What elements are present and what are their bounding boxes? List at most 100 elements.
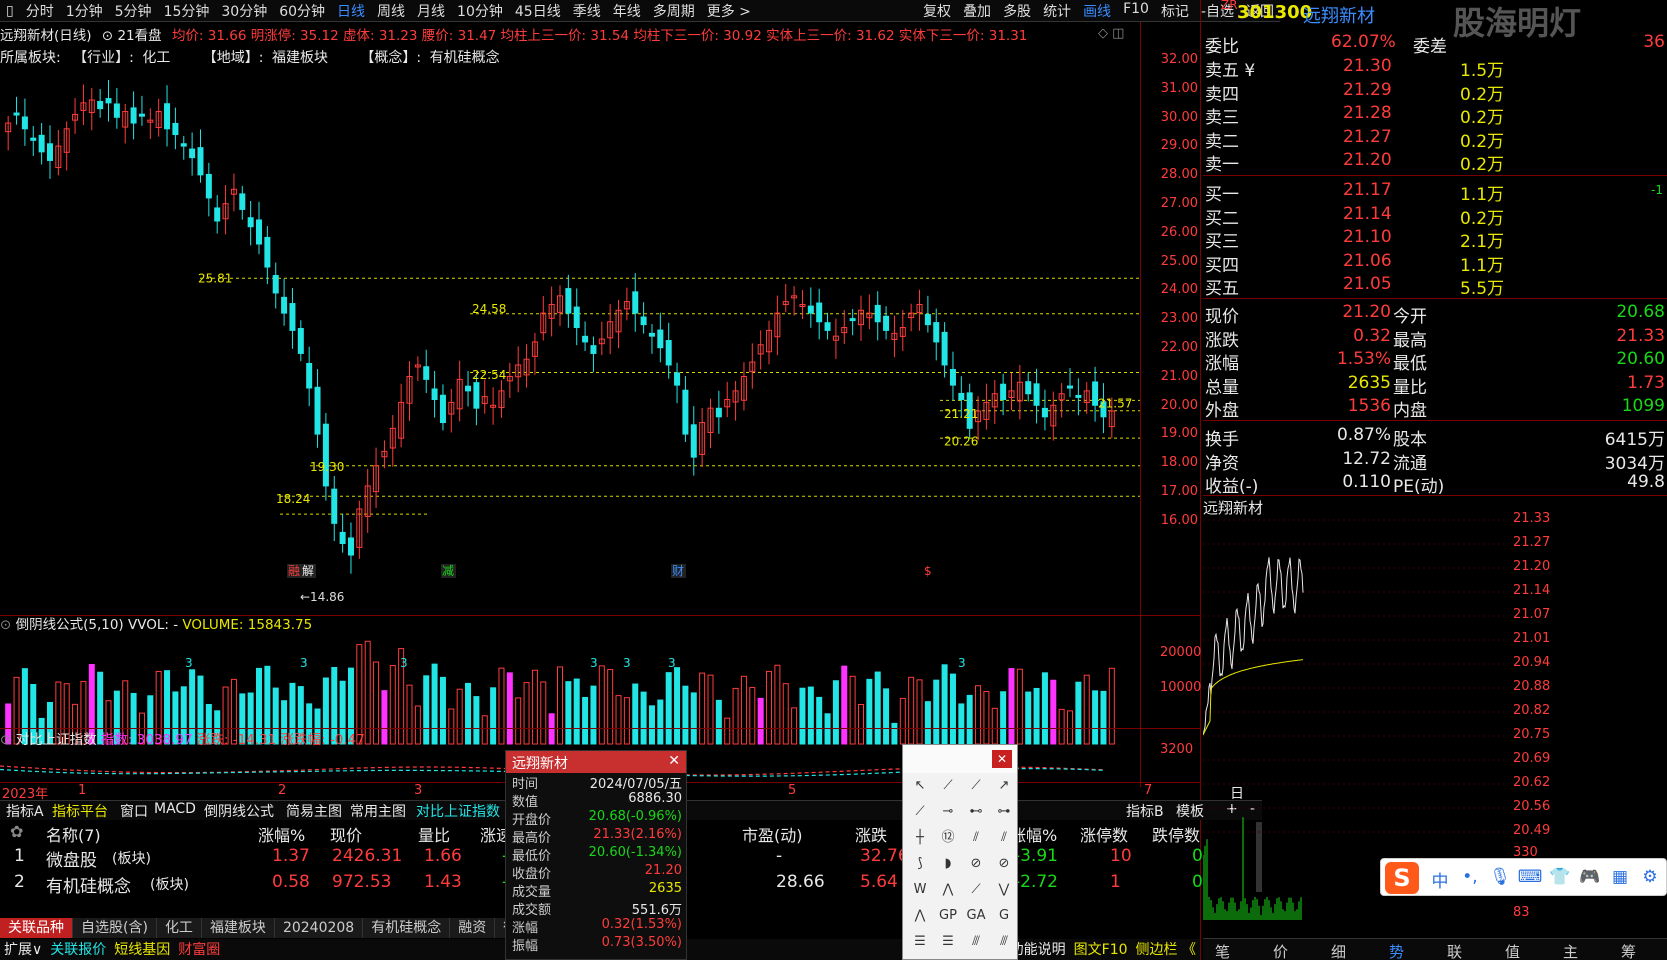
event-marker[interactable]: $ — [924, 564, 932, 578]
category-tab[interactable]: 自选股(含) — [73, 918, 157, 938]
candle-body[interactable] — [1041, 407, 1048, 418]
bid-row[interactable]: 买二 21.14 0.2万 — [1203, 204, 1667, 229]
candle-body[interactable] — [172, 122, 179, 136]
period-tab[interactable]: 周线 — [371, 1, 411, 21]
indicator-tab[interactable]: 窗口 — [116, 801, 152, 821]
ime-logo-icon[interactable]: S — [1385, 862, 1419, 894]
candle-body[interactable] — [97, 101, 104, 110]
index-panel-title[interactable]: 对比上证指数 — [16, 732, 97, 748]
category-tab[interactable]: 有机硅概念 — [363, 918, 451, 938]
ask-row[interactable]: 卖五 ¥ 21.30 1.5万 — [1203, 56, 1667, 81]
candle-body[interactable] — [883, 315, 890, 331]
bid-row[interactable]: 买四 21.06 1.1万 — [1203, 251, 1667, 276]
candle-body[interactable] — [665, 340, 672, 366]
toolbar-button[interactable]: 多股 — [997, 1, 1037, 21]
drawing-tool-icon[interactable]: GP — [937, 905, 959, 927]
period-tab[interactable]: 15分钟 — [158, 1, 216, 21]
chart-area[interactable]: 25.81 24.58 22.54 19.30 18.24 ←14.86 21.21 20.2… — [0, 22, 1200, 787]
candlestick-chart[interactable]: 25.81 24.58 22.54 19.30 18.24 ←14.86 21.21 20.2… — [0, 62, 1140, 637]
candle-body[interactable] — [21, 116, 28, 130]
event-marker[interactable]: 减 — [442, 564, 454, 578]
status-link[interactable]: 财富圈 — [178, 942, 220, 958]
drawing-tool-icon[interactable]: ⋁ — [993, 879, 1015, 901]
candle-body[interactable] — [690, 424, 697, 458]
candle-body[interactable] — [423, 366, 430, 380]
indicator-tab[interactable]: 简易主图 — [282, 801, 346, 821]
drawing-tool-icon[interactable]: ⊘ — [965, 853, 987, 875]
ime-mic-icon[interactable]: 🎙 — [1485, 867, 1515, 891]
indicator-tab[interactable]: 对比上证指数 — [412, 801, 504, 821]
drawing-tool-icon[interactable]: ⫽ — [993, 827, 1015, 849]
drawing-tool-icon[interactable]: ☰ — [937, 931, 959, 953]
candle-body[interactable] — [247, 217, 254, 228]
candle-body[interactable] — [30, 137, 37, 141]
candle-body[interactable] — [138, 113, 145, 117]
candle-body[interactable] — [632, 291, 639, 314]
candle-body[interactable] — [164, 103, 171, 130]
candle-body[interactable] — [715, 407, 722, 418]
candle-body[interactable] — [648, 332, 655, 337]
candle-body[interactable] — [264, 236, 271, 268]
ime-kbd-icon[interactable]: ⌨ — [1515, 867, 1545, 891]
candle-body[interactable] — [573, 306, 580, 329]
column-header[interactable]: 涨幅% — [258, 822, 305, 846]
column-header[interactable]: 现价 — [330, 822, 362, 846]
quote-tab[interactable]: 笔 — [1215, 941, 1230, 960]
candle-body[interactable] — [933, 322, 940, 343]
candle-body[interactable] — [1075, 394, 1082, 398]
candle-body[interactable] — [565, 288, 572, 314]
drawing-tool-icon[interactable]: ⫻ — [993, 931, 1015, 953]
toolbar-button[interactable]: F10 — [1117, 1, 1155, 21]
period-tab[interactable]: 日线 — [331, 1, 371, 21]
event-marker[interactable]: 融 — [288, 564, 300, 578]
candle-body[interactable] — [640, 316, 647, 326]
candle-body[interactable] — [582, 335, 589, 343]
quote-tab[interactable]: 筹 — [1621, 941, 1636, 960]
status-link[interactable]: 短线基因 — [114, 942, 170, 958]
candle-body[interactable] — [674, 372, 681, 386]
drawing-tool-icon[interactable]: ⫽ — [965, 827, 987, 849]
column-header[interactable]: 跌停数 — [1152, 822, 1200, 846]
indicator-tab[interactable]: 常用主图 — [346, 801, 410, 821]
drawing-tool-icon[interactable]: ⋀ — [937, 879, 959, 901]
category-tab[interactable]: 20240208 — [274, 918, 364, 938]
candle-body[interactable] — [105, 98, 112, 104]
period-tab[interactable]: 季线 — [567, 1, 607, 21]
category-tab[interactable]: 关联品种 — [0, 918, 73, 938]
period-tab[interactable]: 60分钟 — [273, 1, 331, 21]
drawing-tool-icon[interactable]: ⊘ — [993, 853, 1015, 875]
stock-name[interactable]: 远翔新材 — [1303, 2, 1375, 28]
ime-grid-icon[interactable]: ▦ — [1605, 867, 1635, 891]
ask-row[interactable]: 卖一 21.20 0.2万 — [1203, 150, 1667, 175]
candle-body[interactable] — [197, 147, 204, 176]
indicator-tab[interactable]: 指标A — [2, 801, 48, 821]
column-header[interactable]: 名称(7) — [46, 822, 101, 846]
status-link[interactable]: 关联报价 — [50, 942, 106, 958]
candle-body[interactable] — [958, 392, 965, 401]
candle-body[interactable] — [38, 134, 45, 153]
period-tab[interactable]: 年线 — [607, 1, 647, 21]
drawing-tool-icon[interactable]: ┼ — [909, 827, 931, 849]
period-tab[interactable]: 45日线 — [509, 1, 567, 21]
bid-row[interactable]: 买三 21.10 2.1万 — [1203, 227, 1667, 252]
drawing-tool-icon[interactable]: W — [909, 879, 931, 901]
status-link[interactable]: 图文F10 — [1074, 942, 1128, 958]
period-tab[interactable]: 多周期 — [647, 1, 701, 21]
candle-body[interactable] — [322, 423, 329, 487]
candle-body[interactable] — [807, 305, 814, 314]
close-icon[interactable]: ✕ — [668, 753, 680, 769]
period-tab[interactable]: 10分钟 — [451, 1, 509, 21]
column-header[interactable]: 涨跌 — [855, 822, 887, 846]
toolbar-button[interactable]: 叠加 — [957, 1, 997, 21]
candle-body[interactable] — [465, 385, 472, 392]
drawing-tool-icon[interactable]: G — [993, 905, 1015, 927]
window-menu-icon[interactable]: ▯ — [0, 3, 20, 19]
candle-body[interactable] — [1092, 381, 1099, 406]
toolbar-button[interactable]: 复权 — [917, 1, 957, 21]
candle-body[interactable] — [439, 394, 446, 424]
ask-row[interactable]: 卖三 21.28 0.2万 — [1203, 103, 1667, 128]
drawing-tool-icon[interactable]: ⟋ — [909, 801, 931, 823]
category-tab[interactable]: 融资 — [450, 918, 496, 938]
event-marker[interactable]: 财 — [672, 564, 684, 578]
drawing-tool-icon[interactable]: ⟋ — [937, 775, 959, 797]
